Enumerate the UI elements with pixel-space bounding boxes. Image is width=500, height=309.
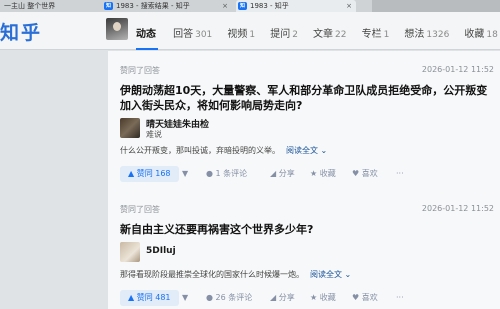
- more-options-button[interactable]: ···: [396, 166, 404, 182]
- activity-date: 2026-01-12 11:52: [421, 204, 494, 213]
- browser-tab-label: 1983 - 搜索结果 - 知乎: [116, 2, 190, 10]
- like-button[interactable]: ♥ 喜欢: [352, 166, 378, 182]
- author-info: 晴天娃娃朱由检 难说: [120, 117, 498, 139]
- browser-toolbar-area: [372, 0, 500, 12]
- upvote-button[interactable]: ▲ 赞同 481: [120, 290, 179, 306]
- feed-item-meta: 赞同了回答 2026-01-12 11:52: [120, 65, 498, 77]
- zhihu-logo[interactable]: 知乎: [0, 18, 42, 45]
- share-button[interactable]: ◢ 分享: [270, 166, 295, 182]
- profile-avatar[interactable]: [106, 18, 128, 40]
- excerpt-text: 那得看现阶段最推崇全球化的国家什么时候爆一炮。: [120, 270, 304, 279]
- close-tab-icon[interactable]: ×: [346, 0, 352, 12]
- action-bar: ▲ 赞同 481 ▼ ● 26 条评论 ◢ 分享 ★ 收藏 ♥ 喜欢 ···: [120, 290, 498, 308]
- read-more-link[interactable]: 阅读全文 ⌄: [310, 270, 351, 279]
- more-options-button[interactable]: ···: [396, 290, 404, 306]
- question-title[interactable]: 伊朗动荡超10天，大量警察、军人和部分革命卫队成员拒绝受命，公开叛变加入街头民众…: [120, 83, 488, 113]
- author-bio: 难说: [146, 130, 162, 139]
- author-avatar[interactable]: [120, 242, 140, 262]
- question-title[interactable]: 新自由主义还要再祸害这个世界多少年?: [120, 222, 488, 237]
- excerpt-text: 什么公开叛变，那叫投诚，弃暗投明的义举。: [120, 146, 280, 155]
- downvote-button[interactable]: ▼: [182, 290, 188, 306]
- activity-type: 赞同了回答: [120, 66, 160, 75]
- browser-tab-2[interactable]: 知 1983 - 搜索结果 - 知乎 ×: [102, 0, 232, 12]
- close-tab-icon[interactable]: ×: [222, 0, 228, 12]
- feed-item-meta: 赞同了回答 2026-01-12 11:52: [120, 204, 498, 216]
- author-name[interactable]: 5DIluj: [146, 246, 176, 256]
- browser-tab-strip: 一主山 整个世界 知 1983 - 搜索结果 - 知乎 × 知 1983 - 知…: [0, 0, 500, 12]
- favorite-button[interactable]: ★ 收藏: [310, 290, 336, 306]
- comments-button[interactable]: ● 1 条评论: [206, 166, 247, 182]
- browser-tab-label: 1983 - 知乎: [250, 2, 289, 10]
- activity-feed: 赞同了回答 2026-01-12 11:52 伊朗动荡超10天，大量警察、军人和…: [108, 51, 500, 309]
- like-button[interactable]: ♥ 喜欢: [352, 290, 378, 306]
- share-button[interactable]: ◢ 分享: [270, 290, 295, 306]
- activity-date: 2026-01-12 11:52: [421, 65, 494, 74]
- browser-tab-label: 一主山 整个世界: [4, 2, 56, 10]
- feed-item: 赞同了回答 2026-01-12 11:52 伊朗动荡超10天，大量警察、军人和…: [120, 65, 498, 184]
- answer-excerpt[interactable]: 那得看现阶段最推崇全球化的国家什么时候爆一炮。 阅读全文 ⌄: [120, 269, 498, 280]
- author-info: 5DIluj: [120, 241, 498, 263]
- upvote-button[interactable]: ▲ 赞同 168: [120, 166, 179, 182]
- zhihu-favicon-icon: 知: [238, 2, 247, 10]
- comments-button[interactable]: ● 26 条评论: [206, 290, 252, 306]
- action-bar: ▲ 赞同 168 ▼ ● 1 条评论 ◢ 分享 ★ 收藏 ♥ 喜欢 ···: [120, 166, 498, 184]
- favorite-button[interactable]: ★ 收藏: [310, 166, 336, 182]
- answer-excerpt[interactable]: 什么公开叛变，那叫投诚，弃暗投明的义举。 阅读全文 ⌄: [120, 145, 498, 156]
- author-avatar[interactable]: [120, 118, 140, 138]
- profile-nav-tabs: 动态 回答 301 视频 1 提问 2 文章 22 专栏 1 想法 1326 收藏 18: [136, 22, 500, 50]
- profile-header: 知乎 动态 回答 301 视频 1 提问 2 文章 22 专栏 1 想法 1326 收藏 18: [0, 12, 500, 50]
- browser-tab-3-active[interactable]: 知 1983 - 知乎 ×: [236, 0, 356, 12]
- feed-item: 赞同了回答 2026-01-12 11:52 新自由主义还要再祸害这个世界多少年…: [120, 204, 498, 308]
- zhihu-favicon-icon: 知: [104, 2, 113, 10]
- downvote-button[interactable]: ▼: [182, 166, 188, 182]
- activity-type: 赞同了回答: [120, 205, 160, 214]
- read-more-link[interactable]: 阅读全文 ⌄: [286, 146, 327, 155]
- browser-tab-1[interactable]: 一主山 整个世界: [0, 0, 98, 12]
